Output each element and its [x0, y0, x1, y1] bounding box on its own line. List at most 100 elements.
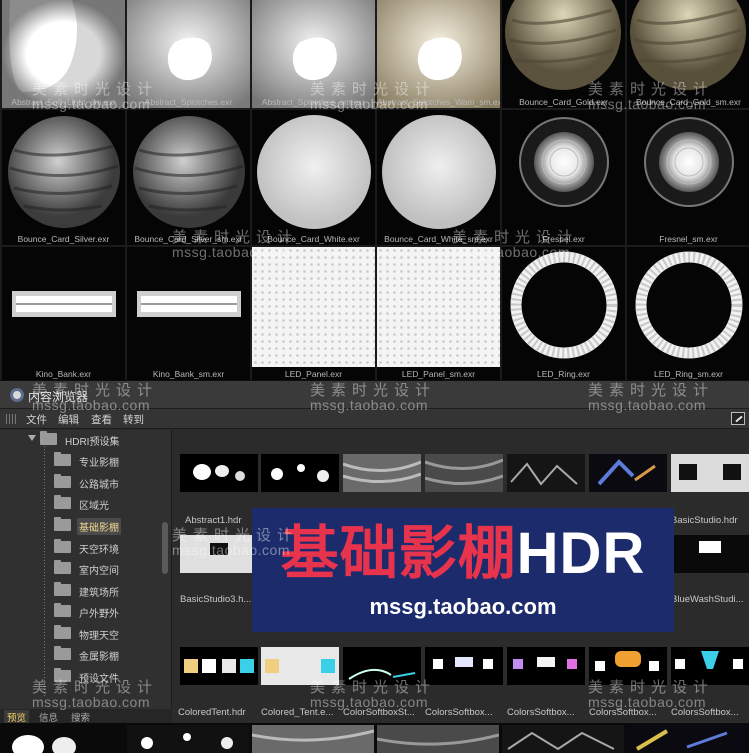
thumb-abstract-splotches-sm[interactable]: Abstract_Splotches_sm.exr — [252, 0, 375, 108]
thumb-led-ring[interactable]: LED_Ring.exr — [502, 247, 625, 380]
banner-url: mssg.taobao.com — [369, 594, 557, 619]
folder-icon — [54, 668, 71, 682]
hdr-thumb[interactable] — [507, 647, 585, 685]
thumb-image — [127, 0, 250, 108]
thumb-led-ring-sm[interactable]: LED_Ring_sm.exr — [627, 247, 749, 380]
thumb-label: Bounce_Card_Silver_sm.exr — [134, 234, 243, 244]
thumb-image — [2, 110, 125, 245]
thumb-image — [627, 110, 749, 245]
menu-file[interactable]: 文件 — [26, 412, 47, 427]
thumb-label: Abstract_Soft_Light_sm.exr — [11, 97, 116, 107]
thumb-image — [2, 0, 125, 108]
hdr-thumb[interactable] — [261, 454, 339, 492]
thumb-label: LED_Panel.exr — [284, 369, 343, 379]
hdr-thumb[interactable] — [589, 647, 667, 685]
thumb-image — [627, 247, 749, 380]
thumb-label: Abstract_Splotches_sm.exr — [261, 97, 366, 107]
promo-banner: 基础影棚HDR mssg.taobao.com — [252, 508, 674, 632]
thumb-label: LED_Panel_sm.exr — [401, 369, 476, 379]
grip-handle-icon[interactable] — [6, 414, 17, 424]
panel-title-bar[interactable]: 内容浏览器 — [0, 381, 749, 409]
hdr-thumb[interactable] — [425, 647, 503, 685]
thumb-abstract-splotches-warm[interactable]: Abstract_Splotches_Wam_sm.exr — [377, 0, 500, 108]
thumb-label: Bounce_Card_White.exr — [267, 234, 360, 244]
thumb-abstract-soft-light[interactable]: Abstract_Soft_Light_sm.exr — [2, 0, 125, 108]
thumb-bounce-card-silver[interactable]: Bounce_Card_Silver.exr — [2, 110, 125, 245]
hdr-thumb[interactable] — [180, 647, 258, 685]
hdr-thumb[interactable] — [180, 454, 258, 492]
thumb-image — [502, 0, 625, 108]
hdr-thumb[interactable] — [261, 647, 339, 685]
thumb-bounce-card-gold[interactable]: Bounce_Card_Gold.exr — [502, 0, 625, 108]
menu-bar: 文件 编辑 查看 转到 — [0, 409, 749, 429]
cinema4d-logo-icon — [10, 388, 24, 402]
thumb-label: Kino_Bank.exr — [35, 369, 92, 379]
strip-thumb[interactable] — [127, 725, 249, 753]
hdr-thumb[interactable] — [425, 454, 503, 492]
file-label: BlueWashStudi... — [671, 594, 744, 605]
hdr-thumb[interactable] — [671, 535, 749, 573]
panel-title: 内容浏览器 — [28, 390, 89, 404]
strip-thumb[interactable] — [502, 725, 624, 753]
hdr-thumb[interactable] — [589, 454, 667, 492]
thumb-led-panel[interactable]: LED_Panel.exr — [252, 247, 375, 380]
thumb-led-panel-sm[interactable]: LED_Panel_sm.exr — [377, 247, 500, 380]
banner-title-cn: 基础影棚 — [280, 521, 517, 586]
strip-thumb[interactable] — [2, 725, 124, 753]
hdr-thumb[interactable] — [507, 454, 585, 492]
strip-thumb[interactable] — [251, 725, 375, 753]
expand-arrow-icon[interactable] — [28, 435, 36, 441]
thumb-label: Fresnel.exr — [542, 234, 585, 244]
thumb-image — [127, 110, 250, 245]
hdr-thumb[interactable] — [671, 454, 749, 492]
thumb-image — [627, 0, 749, 108]
thumb-fresnel[interactable]: Fresnel.exr — [502, 110, 625, 245]
thumb-kino-bank-sm[interactable]: Kino_Bank_sm.exr — [127, 247, 250, 380]
folder-tree: HDRI预设集 专业影棚 公路城市 区域光 基础影棚 天空环境 室内空间 建筑场… — [0, 430, 172, 710]
thumb-kino-bank[interactable]: Kino_Bank.exr — [2, 247, 125, 380]
thumb-label: Bounce_Card_Gold_sm.exr — [636, 97, 741, 107]
thumb-abstract-splotches[interactable]: Abstract_Splotches.exr — [127, 0, 250, 108]
folder-icon — [54, 646, 71, 660]
folder-icon — [40, 431, 57, 445]
thumb-label: Bounce_Card_Silver.exr — [17, 234, 110, 244]
thumb-bounce-card-gold-sm[interactable]: Bounce_Card_Gold_sm.exr — [627, 0, 749, 108]
strip-thumb[interactable] — [627, 725, 749, 753]
thumb-bounce-card-white-sm[interactable]: Bounce_Card_White_sm.exr — [377, 110, 500, 245]
folder-icon — [54, 452, 71, 466]
tab-info[interactable]: 信息 — [36, 710, 61, 724]
thumb-bounce-card-silver-sm[interactable]: Bounce_Card_Silver_sm.exr — [127, 110, 250, 245]
file-label: ColorSoftboxSt... — [343, 707, 415, 718]
tab-preview[interactable]: 预览 — [4, 710, 30, 724]
thumb-label: LED_Ring_sm.exr — [654, 369, 723, 379]
folder-icon — [54, 560, 71, 574]
thumb-label: Bounce_Card_Gold.exr — [519, 97, 608, 107]
folder-icon — [54, 625, 71, 639]
tree-scrollbar[interactable] — [162, 522, 168, 574]
bottom-thumbnail-strip — [0, 723, 749, 753]
thumb-image — [252, 110, 375, 245]
edit-pencil-icon[interactable] — [731, 412, 745, 425]
hdr-thumb[interactable] — [343, 647, 421, 685]
thumb-fresnel-sm[interactable]: Fresnel_sm.exr — [627, 110, 749, 245]
tab-search[interactable]: 搜索 — [68, 710, 93, 724]
hdr-thumb[interactable] — [343, 454, 421, 492]
hdr-thumb[interactable] — [180, 535, 258, 573]
hdr-thumb[interactable] — [671, 647, 749, 685]
menu-view[interactable]: 查看 — [91, 412, 112, 427]
banner-title-en: HDR — [516, 521, 646, 586]
thumb-image — [252, 0, 375, 108]
folder-icon — [54, 582, 71, 596]
file-label: ColoredTent.hdr — [178, 707, 246, 718]
thumb-image — [502, 110, 625, 245]
panel-tabs: 预览 信息 搜索 — [0, 709, 172, 724]
file-label: ColorsSoftbox... — [589, 707, 657, 718]
thumb-image — [127, 247, 250, 380]
thumb-label: Bounce_Card_White_sm.exr — [384, 234, 493, 244]
thumb-image — [377, 247, 500, 380]
strip-thumb[interactable] — [376, 725, 500, 753]
menu-edit[interactable]: 编辑 — [58, 412, 79, 427]
menu-goto[interactable]: 转到 — [123, 412, 144, 427]
thumb-label: Abstract_Splotches.exr — [144, 97, 233, 107]
thumb-bounce-card-white[interactable]: Bounce_Card_White.exr — [252, 110, 375, 245]
